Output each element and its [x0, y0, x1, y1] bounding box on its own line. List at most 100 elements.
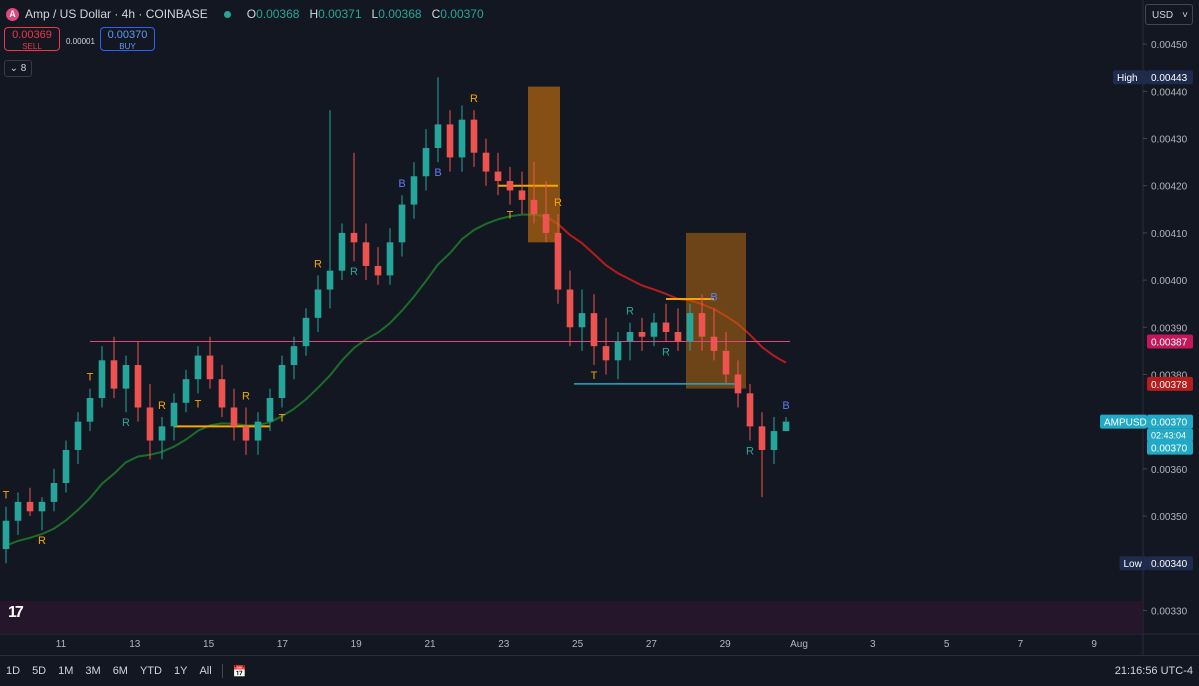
signal-label: T — [3, 490, 10, 502]
spread-value: 0.00001 — [66, 37, 95, 46]
signal-label: R — [314, 258, 322, 270]
candle-body — [614, 341, 622, 361]
candle-body — [746, 393, 754, 427]
timeframe-1m[interactable]: 1M — [52, 665, 79, 677]
candle-body — [2, 520, 10, 550]
y-tick-label: 0.00420 — [1151, 182, 1188, 193]
timeframe-3m[interactable]: 3M — [79, 665, 106, 677]
candle-body — [302, 317, 310, 347]
price-tag-label: High — [1117, 73, 1138, 84]
symbol-title: Amp / US Dollar · 4h · COINBASE — [25, 7, 208, 21]
price-tag-value: 0.00370 — [1151, 418, 1188, 429]
candle-body — [590, 313, 598, 347]
price-chart[interactable]: 0.00330 0.00340 0.00350 0.00360 0.00370 0.003… — [0, 0, 1199, 655]
symbol-header[interactable]: A Amp / US Dollar · 4h · COINBASE O0.003… — [0, 0, 484, 28]
candle-body — [242, 426, 250, 441]
x-tick-label: 3 — [870, 639, 876, 650]
candle-body — [158, 426, 166, 441]
signal-label: B — [782, 400, 789, 412]
signal-label: R — [242, 391, 250, 403]
timeframe-ytd[interactable]: YTD — [134, 665, 168, 677]
currency-label: USD — [1152, 10, 1174, 21]
clock[interactable]: 21:16:56 UTC-4 — [1115, 665, 1193, 677]
signal-label: R — [470, 93, 478, 105]
x-tick-label: 13 — [129, 639, 141, 650]
buy-label: BUY — [119, 42, 136, 51]
buy-button[interactable]: 0.00370 BUY — [100, 27, 155, 51]
candle-body — [50, 483, 58, 502]
x-tick-label: 15 — [203, 639, 215, 650]
x-tick-label: Aug — [790, 639, 808, 650]
price-tag-label: Low — [1124, 559, 1143, 570]
indicators-toggle[interactable]: ⌄ 8 — [4, 60, 32, 77]
y-tick-label: 0.00450 — [1151, 40, 1188, 51]
ohlc-low: L0.00368 — [371, 7, 422, 21]
x-tick-label: 11 — [56, 639, 67, 650]
candle-body — [674, 332, 682, 342]
amp-logo-icon: A — [6, 7, 19, 21]
lower-indicator-band — [0, 600, 1143, 634]
x-tick-label: 17 — [277, 639, 289, 650]
candle-body — [254, 421, 262, 441]
x-tick-label: 25 — [572, 639, 584, 650]
candle-body — [698, 313, 706, 337]
candle-body — [278, 365, 286, 399]
signal-label: R — [350, 266, 358, 278]
signal-label: R — [626, 306, 634, 318]
signal-label: B — [434, 167, 441, 179]
signal-label: R — [746, 446, 754, 458]
price-tag-value: 0.00443 — [1151, 73, 1188, 84]
sell-button[interactable]: 0.00369 SELL — [4, 27, 60, 51]
signal-label: T — [195, 398, 202, 410]
signal-label: T — [279, 413, 286, 425]
x-tick-label: 23 — [498, 639, 510, 650]
timeframe-all[interactable]: All — [193, 665, 217, 677]
sell-price: 0.00369 — [12, 29, 52, 41]
candle-body — [638, 332, 646, 337]
candle-body — [110, 360, 118, 389]
candle-body — [434, 124, 442, 148]
y-tick-label: 0.00360 — [1151, 465, 1188, 476]
candle-body — [710, 336, 718, 351]
timeframe-5d[interactable]: 5D — [26, 665, 52, 677]
signal-label: R — [554, 197, 562, 209]
candle-body — [266, 398, 274, 422]
y-tick-label: 0.00350 — [1151, 512, 1188, 523]
y-tick-label: 0.00400 — [1151, 276, 1188, 287]
candle-body — [734, 374, 742, 394]
orange-zone — [686, 232, 746, 389]
timeframe-6m[interactable]: 6M — [107, 665, 134, 677]
y-tick-label: 0.00430 — [1151, 135, 1188, 146]
chevron-down-icon: ⌄ — [9, 63, 19, 74]
candle-body — [758, 426, 766, 450]
calendar-icon[interactable]: 📅 — [227, 665, 253, 678]
candle-body — [494, 171, 502, 181]
ohlc-close: C0.00370 — [431, 7, 484, 21]
y-tick-label: 0.00330 — [1151, 606, 1188, 617]
signal-label: R — [38, 535, 46, 547]
candle-body — [686, 313, 694, 342]
price-tag-value: 0.00387 — [1151, 337, 1188, 348]
sell-label: SELL — [22, 42, 42, 51]
signal-label: T — [87, 372, 94, 384]
timeframe-1y[interactable]: 1Y — [168, 665, 193, 677]
candle-body — [62, 449, 70, 483]
candle-body — [98, 360, 106, 399]
candle-body — [506, 181, 514, 191]
timeframe-1d[interactable]: 1D — [0, 665, 26, 677]
candle-body — [14, 501, 22, 521]
x-tick-label: 27 — [646, 639, 658, 650]
candle-body — [122, 365, 130, 389]
currency-select[interactable]: USD ˅ — [1145, 4, 1193, 25]
candle-body — [26, 501, 34, 512]
candle-body — [350, 232, 358, 243]
candle-body — [338, 232, 346, 271]
signal-label: R — [662, 346, 670, 358]
x-tick-label: 9 — [1091, 639, 1097, 650]
price-tag-value: 0.00340 — [1151, 559, 1188, 570]
candle-body — [170, 402, 178, 427]
countdown-label: 02:43:04 — [1151, 431, 1186, 441]
candle-body — [650, 322, 658, 337]
ohlc-open: O0.00368 — [246, 7, 300, 21]
timeframe-bar: 1D 5D 1M 3M 6M YTD 1Y All 📅 21:16:56 UTC… — [0, 655, 1199, 686]
